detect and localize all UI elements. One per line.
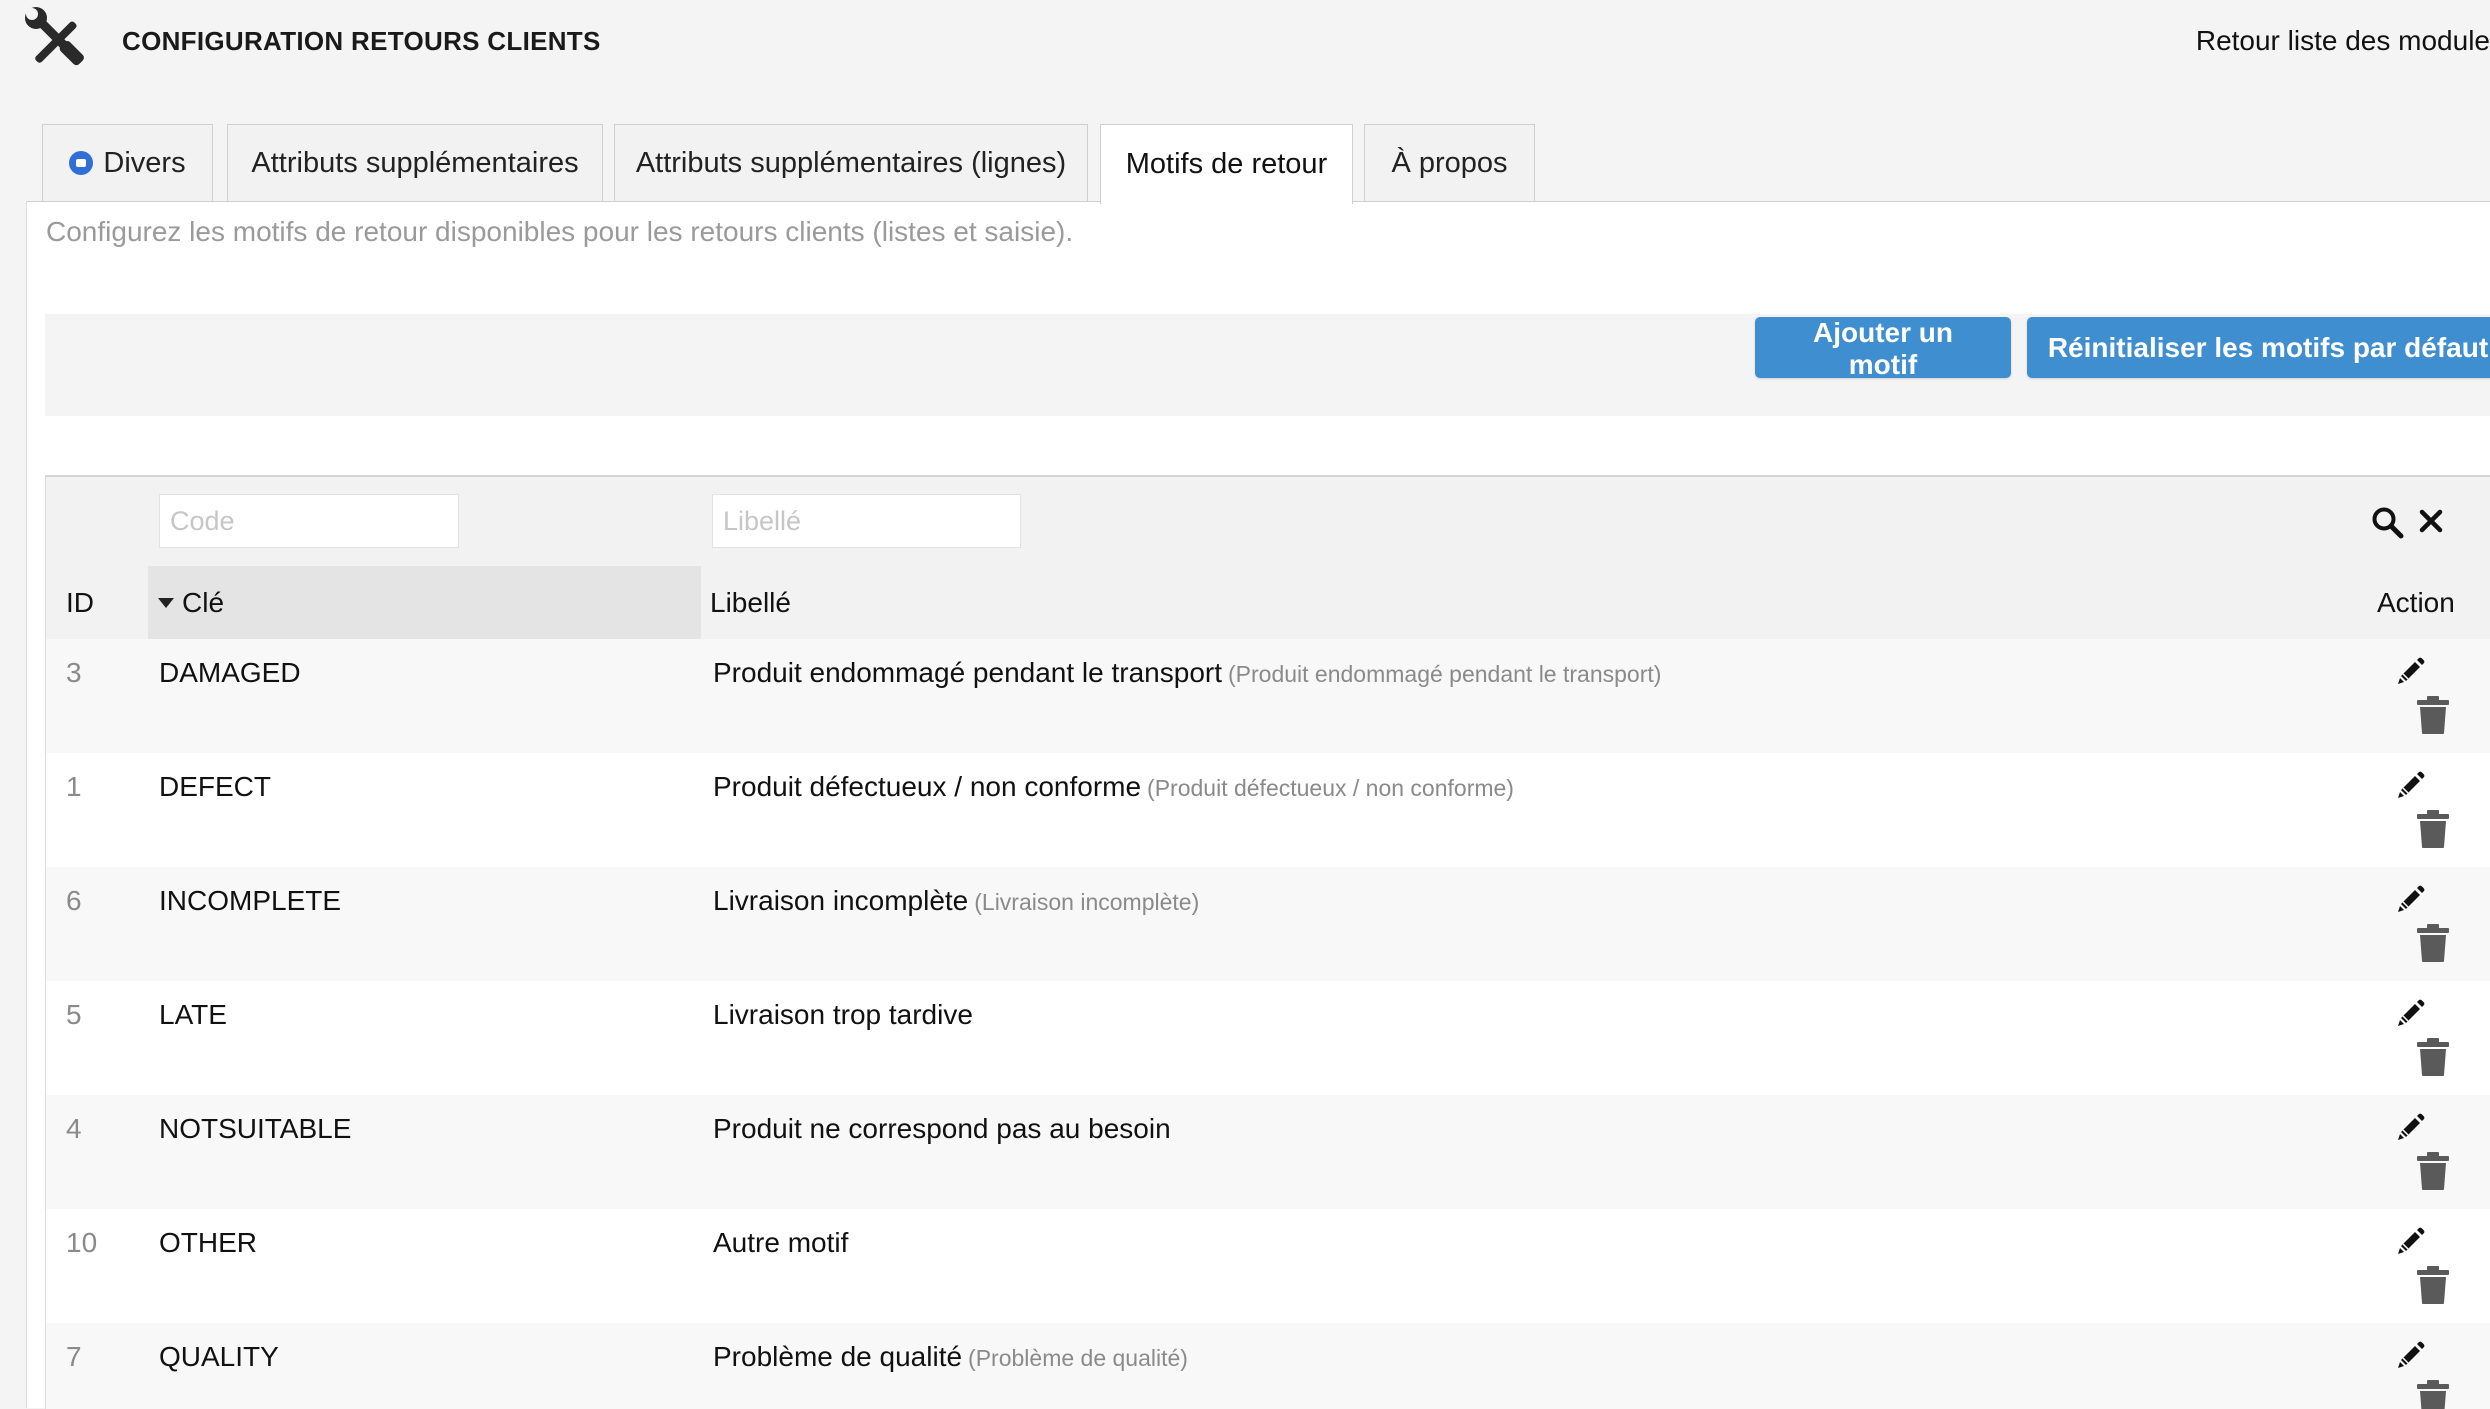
pencil-icon[interactable] bbox=[2396, 1112, 2426, 1142]
panel-description: Configurez les motifs de retour disponib… bbox=[46, 216, 1074, 247]
pencil-icon[interactable] bbox=[2396, 884, 2426, 914]
row-key: QUALITY bbox=[159, 1341, 279, 1372]
row-label: Livraison incomplète bbox=[713, 885, 969, 916]
filter-row bbox=[46, 477, 2490, 566]
tab-label: Divers bbox=[103, 146, 186, 179]
row-label: Livraison trop tardive bbox=[713, 999, 973, 1030]
trash-icon[interactable] bbox=[2416, 923, 2450, 963]
reset-reasons-button[interactable]: Réinitialiser les motifs par défaut bbox=[2027, 317, 2490, 378]
table-header: ID Clé Libellé Action bbox=[46, 566, 2490, 639]
row-translation: (Produit défectueux / non conforme) bbox=[1147, 775, 1514, 801]
tab-about[interactable]: À propos bbox=[1364, 124, 1535, 201]
column-header-action: Action bbox=[2377, 586, 2455, 618]
code-filter-input[interactable] bbox=[159, 494, 459, 548]
row-key: OTHER bbox=[159, 1227, 257, 1258]
tab-label: À propos bbox=[1391, 146, 1508, 179]
pencil-icon[interactable] bbox=[2396, 770, 2426, 800]
column-header-key-label: Clé bbox=[182, 586, 225, 618]
row-id: 10 bbox=[66, 1227, 98, 1258]
table-row: 3 DAMAGED Produit endommagé pendant le t… bbox=[46, 639, 2490, 753]
sort-desc-icon bbox=[158, 597, 174, 608]
row-id: 7 bbox=[66, 1341, 82, 1372]
tab-divers[interactable]: Divers bbox=[42, 124, 213, 201]
table-row: 10 OTHER Autre motif bbox=[46, 1209, 2490, 1323]
pencil-icon[interactable] bbox=[2396, 998, 2426, 1028]
search-icon[interactable] bbox=[2370, 505, 2404, 539]
row-label-cell: Livraison incomplète (Livraison incomplèt… bbox=[713, 885, 1199, 917]
tab-label: Attributs supplémentaires (lignes) bbox=[635, 146, 1067, 179]
trash-icon[interactable] bbox=[2416, 1151, 2450, 1191]
column-header-id[interactable]: ID bbox=[66, 566, 94, 639]
tab-return-reasons[interactable]: Motifs de retour bbox=[1100, 124, 1353, 204]
tab-label: Attributs supplémentaires bbox=[251, 146, 579, 179]
row-label-cell: Problème de qualité (Problème de qualité) bbox=[713, 1341, 1188, 1373]
tab-bar: Divers Attributs supplémentaires Attribu… bbox=[0, 124, 2490, 204]
row-translation: (Problème de qualité) bbox=[968, 1345, 1188, 1371]
actions-bar: Ajouter un motif Réinitialiser les motif… bbox=[45, 314, 2490, 416]
trash-icon[interactable] bbox=[2416, 1379, 2450, 1409]
row-label-cell: Livraison trop tardive bbox=[713, 999, 979, 1031]
pencil-icon[interactable] bbox=[2396, 1340, 2426, 1370]
tools-icon bbox=[25, 7, 84, 66]
table-row: 6 INCOMPLETE Livraison incomplète (Livrai… bbox=[46, 867, 2490, 981]
close-icon[interactable] bbox=[2418, 508, 2444, 534]
trash-icon[interactable] bbox=[2416, 1265, 2450, 1305]
row-label: Produit endommagé pendant le transport bbox=[713, 657, 1222, 688]
table-row: 1 DEFECT Produit défectueux / non confor… bbox=[46, 753, 2490, 867]
trash-icon[interactable] bbox=[2416, 695, 2450, 735]
row-label: Produit défectueux / non conforme bbox=[713, 771, 1142, 802]
pencil-icon[interactable] bbox=[2396, 1226, 2426, 1256]
row-label: Produit ne correspond pas au besoin bbox=[713, 1113, 1171, 1144]
trash-icon[interactable] bbox=[2416, 809, 2450, 849]
table-row: 7 QUALITY Problème de qualité (Problème d… bbox=[46, 1323, 2490, 1409]
row-label-cell: Produit endommagé pendant le transport (P… bbox=[713, 657, 1661, 689]
row-key: NOTSUITABLE bbox=[159, 1113, 352, 1144]
reasons-table: ID Clé Libellé Action 3 DAMAGED Produit … bbox=[45, 475, 2490, 1409]
row-key: DEFECT bbox=[159, 771, 271, 802]
tab-extra-attributes[interactable]: Attributs supplémentaires bbox=[227, 124, 603, 201]
row-translation: (Livraison incomplète) bbox=[974, 889, 1200, 915]
row-label: Problème de qualité bbox=[713, 1341, 963, 1372]
column-header-label[interactable]: Libellé bbox=[710, 566, 791, 639]
add-reason-button[interactable]: Ajouter un motif bbox=[1755, 317, 2011, 380]
row-key: DAMAGED bbox=[159, 657, 301, 688]
row-id: 3 bbox=[66, 657, 82, 688]
table-row: 5 LATE Livraison trop tardive bbox=[46, 981, 2490, 1095]
row-key: INCOMPLETE bbox=[159, 885, 342, 916]
table-row: 4 NOTSUITABLE Produit ne correspond pas … bbox=[46, 1095, 2490, 1209]
row-label-cell: Autre motif bbox=[713, 1227, 854, 1259]
row-id: 5 bbox=[66, 999, 82, 1030]
page-title: CONFIGURATION RETOURS CLIENTS bbox=[122, 26, 601, 56]
trash-icon[interactable] bbox=[2416, 1037, 2450, 1077]
back-to-modules-link[interactable]: Retour liste des module bbox=[2196, 25, 2490, 57]
row-translation: (Produit endommagé pendant le transport) bbox=[1228, 661, 1662, 687]
row-label: Autre motif bbox=[713, 1227, 849, 1258]
label-filter-input[interactable] bbox=[712, 494, 1021, 548]
row-label-cell: Produit défectueux / non conforme (Produi… bbox=[713, 771, 1514, 803]
row-id: 6 bbox=[66, 885, 82, 916]
row-id: 4 bbox=[66, 1113, 82, 1144]
page-header: CONFIGURATION RETOURS CLIENTS Retour lis… bbox=[0, 0, 2490, 100]
tab-extra-attributes-lines[interactable]: Attributs supplémentaires (lignes) bbox=[614, 124, 1088, 201]
column-header-key[interactable]: Clé bbox=[148, 566, 701, 639]
pencil-icon[interactable] bbox=[2396, 656, 2426, 686]
tab-label: Motifs de retour bbox=[1125, 148, 1328, 180]
module-icon bbox=[69, 151, 94, 175]
row-key: LATE bbox=[159, 999, 227, 1030]
row-id: 1 bbox=[66, 771, 82, 802]
tab-panel: Configurez les motifs de retour disponib… bbox=[26, 201, 2490, 1409]
row-label-cell: Produit ne correspond pas au besoin bbox=[713, 1113, 1177, 1145]
